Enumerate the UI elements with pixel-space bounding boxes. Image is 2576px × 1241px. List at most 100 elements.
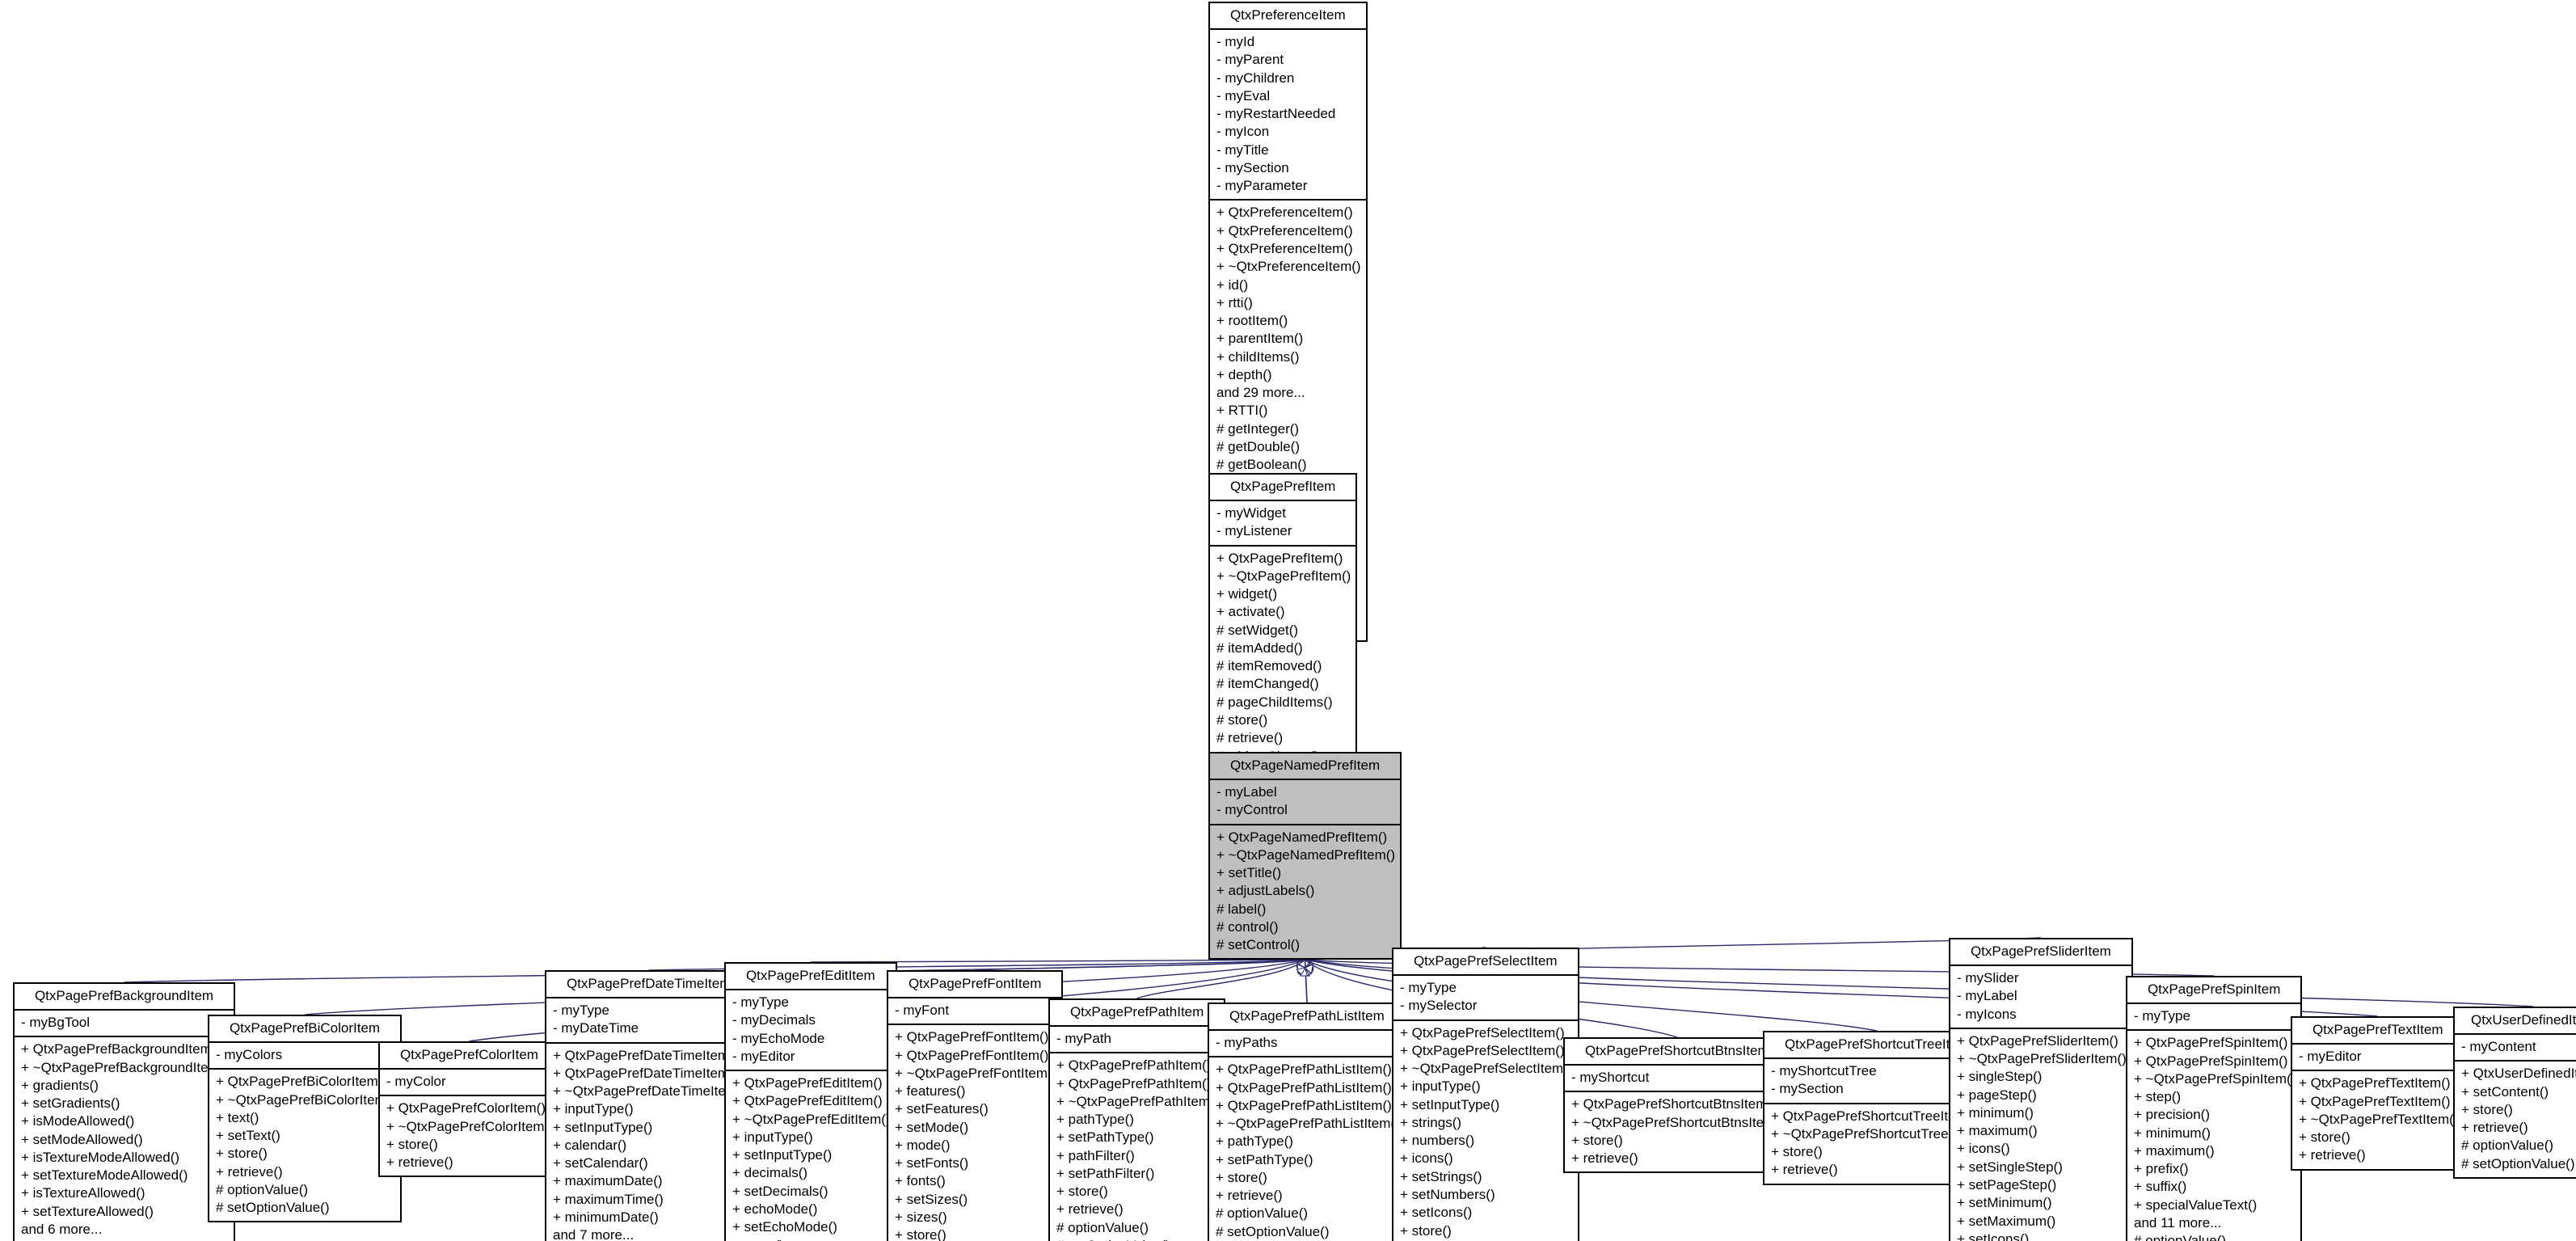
- uml-attribute: - myDateTime: [553, 1020, 639, 1036]
- uml-class-QtxPageNamedPrefItem[interactable]: QtxPageNamedPrefItem - myLabel - myControl…: [1208, 752, 1402, 960]
- uml-method: + precision(): [2134, 1107, 2211, 1123]
- uml-class-QtxPagePrefPathListItem[interactable]: QtxPagePrefPathListItem - myPaths + QtxPag…: [1208, 1003, 1406, 1241]
- uml-method: + retrieve(): [2299, 1147, 2366, 1163]
- uml-attribute: - myDecimals: [732, 1012, 816, 1028]
- uml-class-title: QtxPreferenceItem: [1229, 7, 1346, 23]
- uml-method: + inputType(): [732, 1129, 813, 1145]
- uml-attribute: - myType: [1400, 980, 1457, 996]
- uml-class-QtxPagePrefTextItem[interactable]: QtxPagePrefTextItem - myEditor + QtxPagePr…: [2291, 1016, 2465, 1171]
- uml-attribute: - mySection: [1216, 159, 1289, 175]
- uml-class-QtxPagePrefPathItem[interactable]: QtxPagePrefPathItem - myPath + QtxPagePref…: [1048, 998, 1226, 1241]
- uml-class-title: QtxPagePrefDateTimeItem: [566, 976, 731, 991]
- uml-class-QtxUserDefinedItem[interactable]: QtxUserDefinedItem - myContent + QtxUserDe…: [2453, 1007, 2576, 1179]
- uml-method: + setModeAllowed(): [21, 1131, 143, 1147]
- uml-method: and 11 more...: [2134, 1215, 2222, 1231]
- uml-class-QtxPagePrefDateTimeItem[interactable]: QtxPagePrefDateTimeItem - myType - myDateT…: [545, 970, 753, 1241]
- uml-method: + calendar(): [553, 1137, 627, 1153]
- uml-attribute: - myBgTool: [21, 1015, 91, 1031]
- uml-method: + id(): [1216, 276, 1249, 293]
- uml-attribute: - myType: [2134, 1008, 2190, 1024]
- uml-attributes-compartment: - myEditor: [2292, 1045, 2463, 1070]
- uml-method: # setOptionValue(): [216, 1200, 330, 1216]
- uml-method: + store(): [216, 1146, 268, 1162]
- inheritance-edge: [974, 959, 1305, 971]
- uml-method: + ~QtxPagePrefSpinItem(): [2134, 1070, 2296, 1087]
- uml-class-QtxPagePrefBiColorItem[interactable]: QtxPagePrefBiColorItem - myColors + QtxPag…: [208, 1015, 403, 1223]
- uml-method: + QtxPagePrefPathItem(): [1056, 1057, 1212, 1074]
- uml-method: # setOptionValue(): [1056, 1237, 1219, 1241]
- uml-method: + specialValueText(): [2134, 1197, 2258, 1213]
- uml-class-QtxPagePrefSelectItem[interactable]: QtxPagePrefSelectItem - myType - mySelecto…: [1392, 948, 1579, 1241]
- uml-method: + prefix(): [2134, 1161, 2189, 1177]
- uml-method: + QtxPagePrefDateTimeItem(): [553, 1065, 739, 1081]
- uml-class-diagram: QtxPreferenceItem - myId - myParent - myChi…: [0, 0, 2576, 1241]
- uml-methods-compartment: + QtxPagePrefPathListItem() + QtxPagePref…: [1209, 1057, 1405, 1241]
- uml-methods-compartment: + QtxPagePrefColorItem() + ~QtxPagePrefCo…: [380, 1096, 559, 1176]
- inheritance-arrowhead: [1296, 965, 1306, 976]
- uml-attributes-compartment: - myType - mySelector: [1393, 976, 1578, 1019]
- uml-class-QtxPagePrefBackgroundItem[interactable]: QtxPagePrefBackgroundItem - myBgTool + Qtx…: [13, 982, 236, 1241]
- uml-method: + parentItem(): [1216, 331, 1304, 347]
- uml-method: + gradients(): [21, 1077, 99, 1093]
- uml-method: + setNumbers(): [1400, 1187, 1495, 1203]
- uml-method: + setGradients(): [21, 1095, 120, 1112]
- uml-method: + QtxPreferenceItem(): [1216, 222, 1353, 238]
- inheritance-arrowhead: [1296, 963, 1306, 974]
- uml-class-QtxPagePrefSpinItem[interactable]: QtxPagePrefSpinItem - myType + QtxPagePref…: [2126, 976, 2303, 1241]
- uml-method: + isTextureModeAllowed(): [21, 1149, 180, 1165]
- uml-attributes-compartment: - myColor: [380, 1070, 559, 1095]
- inheritance-arrowhead: [1296, 962, 1306, 973]
- uml-method: + RTTI(): [1216, 403, 1268, 419]
- uml-method: + QtxPagePrefShortcutBtnsItem(): [1571, 1096, 1777, 1112]
- uml-method: + setFeatures(): [895, 1101, 989, 1117]
- uml-class-title: QtxPagePrefBiColorItem: [229, 1020, 381, 1036]
- uml-attribute: - myColor: [386, 1074, 446, 1090]
- uml-method: + QtxPagePrefTextItem(): [2299, 1075, 2451, 1091]
- uml-method: + pageStep(): [1957, 1087, 2037, 1103]
- uml-class-QtxPagePrefSliderItem[interactable]: QtxPagePrefSliderItem - mySlider - myLabel…: [1949, 938, 2133, 1241]
- uml-class-QtxPagePrefColorItem[interactable]: QtxPagePrefColorItem - myColor + QtxPagePr…: [378, 1041, 560, 1178]
- uml-attributes-compartment: - myWidget - myListener: [1210, 501, 1355, 545]
- uml-method: + setDecimals(): [732, 1183, 828, 1199]
- uml-attributes-compartment: - myShortcut: [1565, 1066, 1790, 1091]
- uml-method: + setSizes(): [895, 1191, 968, 1207]
- uml-method: + singleStep(): [1957, 1069, 2043, 1085]
- uml-attribute: - myEditor: [732, 1048, 795, 1064]
- uml-class-QtxPagePrefFontItem[interactable]: QtxPagePrefFontItem - myFont + QtxPagePref…: [887, 970, 1064, 1241]
- uml-method: + QtxPagePrefSelectItem(): [1400, 1042, 1565, 1058]
- uml-method: # getDouble(): [1216, 438, 1301, 454]
- uml-method: + store(): [1571, 1132, 1623, 1148]
- uml-method: + inputType(): [553, 1101, 634, 1117]
- uml-methods-compartment: + QtxPagePrefFontItem() + QtxPagePrefFont…: [888, 1025, 1061, 1241]
- uml-method: + ~QtxPagePrefColorItem(): [386, 1118, 554, 1134]
- inheritance-arrowhead: [1304, 960, 1314, 971]
- uml-method: + QtxPagePrefPathItem(): [1056, 1075, 1212, 1091]
- uml-method: + setPathType(): [1056, 1129, 1154, 1146]
- uml-class-title: QtxPagePrefShortcutBtnsItem: [1584, 1043, 1769, 1058]
- uml-attribute: - myEchoMode: [732, 1030, 825, 1046]
- uml-class-QtxPagePrefEditItem[interactable]: QtxPagePrefEditItem - myType - myDecimals -…: [724, 962, 897, 1241]
- uml-method: # control(): [1216, 918, 1279, 935]
- uml-class-title: QtxPagePrefTextItem: [2312, 1022, 2443, 1037]
- uml-method: + text(): [216, 1109, 259, 1125]
- uml-attributes-compartment: - myType - myDateTime: [546, 998, 751, 1042]
- uml-method: + adjustLabels(): [1216, 883, 1315, 899]
- uml-attributes-compartment: - myId - myParent - myChildren - myEval - my…: [1210, 30, 1366, 199]
- uml-method: + setSingleStep(): [1957, 1159, 2063, 1175]
- uml-method: + QtxPagePrefPathListItem(): [1216, 1062, 1392, 1078]
- uml-class-title: QtxPagePrefFontItem: [908, 976, 1042, 991]
- uml-method: + QtxPagePrefFontItem(): [895, 1029, 1049, 1045]
- inheritance-arrowhead: [1304, 963, 1313, 974]
- uml-method: + features(): [895, 1083, 966, 1100]
- uml-method: + retrieve(): [386, 1154, 453, 1171]
- uml-method: + store(): [2461, 1101, 2513, 1117]
- uml-method: # itemChanged(): [1216, 676, 1319, 692]
- uml-method: + ~QtxPagePrefFontItem(): [895, 1065, 1057, 1081]
- uml-method: + ~QtxPagePrefTextItem(): [2299, 1111, 2459, 1127]
- inheritance-arrowhead: [1296, 963, 1306, 974]
- uml-method: + echoMode(): [732, 1201, 818, 1218]
- uml-class-QtxPagePrefShortcutBtnsItem[interactable]: QtxPagePrefShortcutBtnsItem - myShortcut +…: [1563, 1037, 1791, 1174]
- uml-method: and 29 more...: [1216, 385, 1305, 401]
- uml-attribute: - myParent: [1216, 52, 1284, 68]
- uml-methods-compartment: + QtxPagePrefTextItem() + QtxPagePrefText…: [2292, 1071, 2463, 1168]
